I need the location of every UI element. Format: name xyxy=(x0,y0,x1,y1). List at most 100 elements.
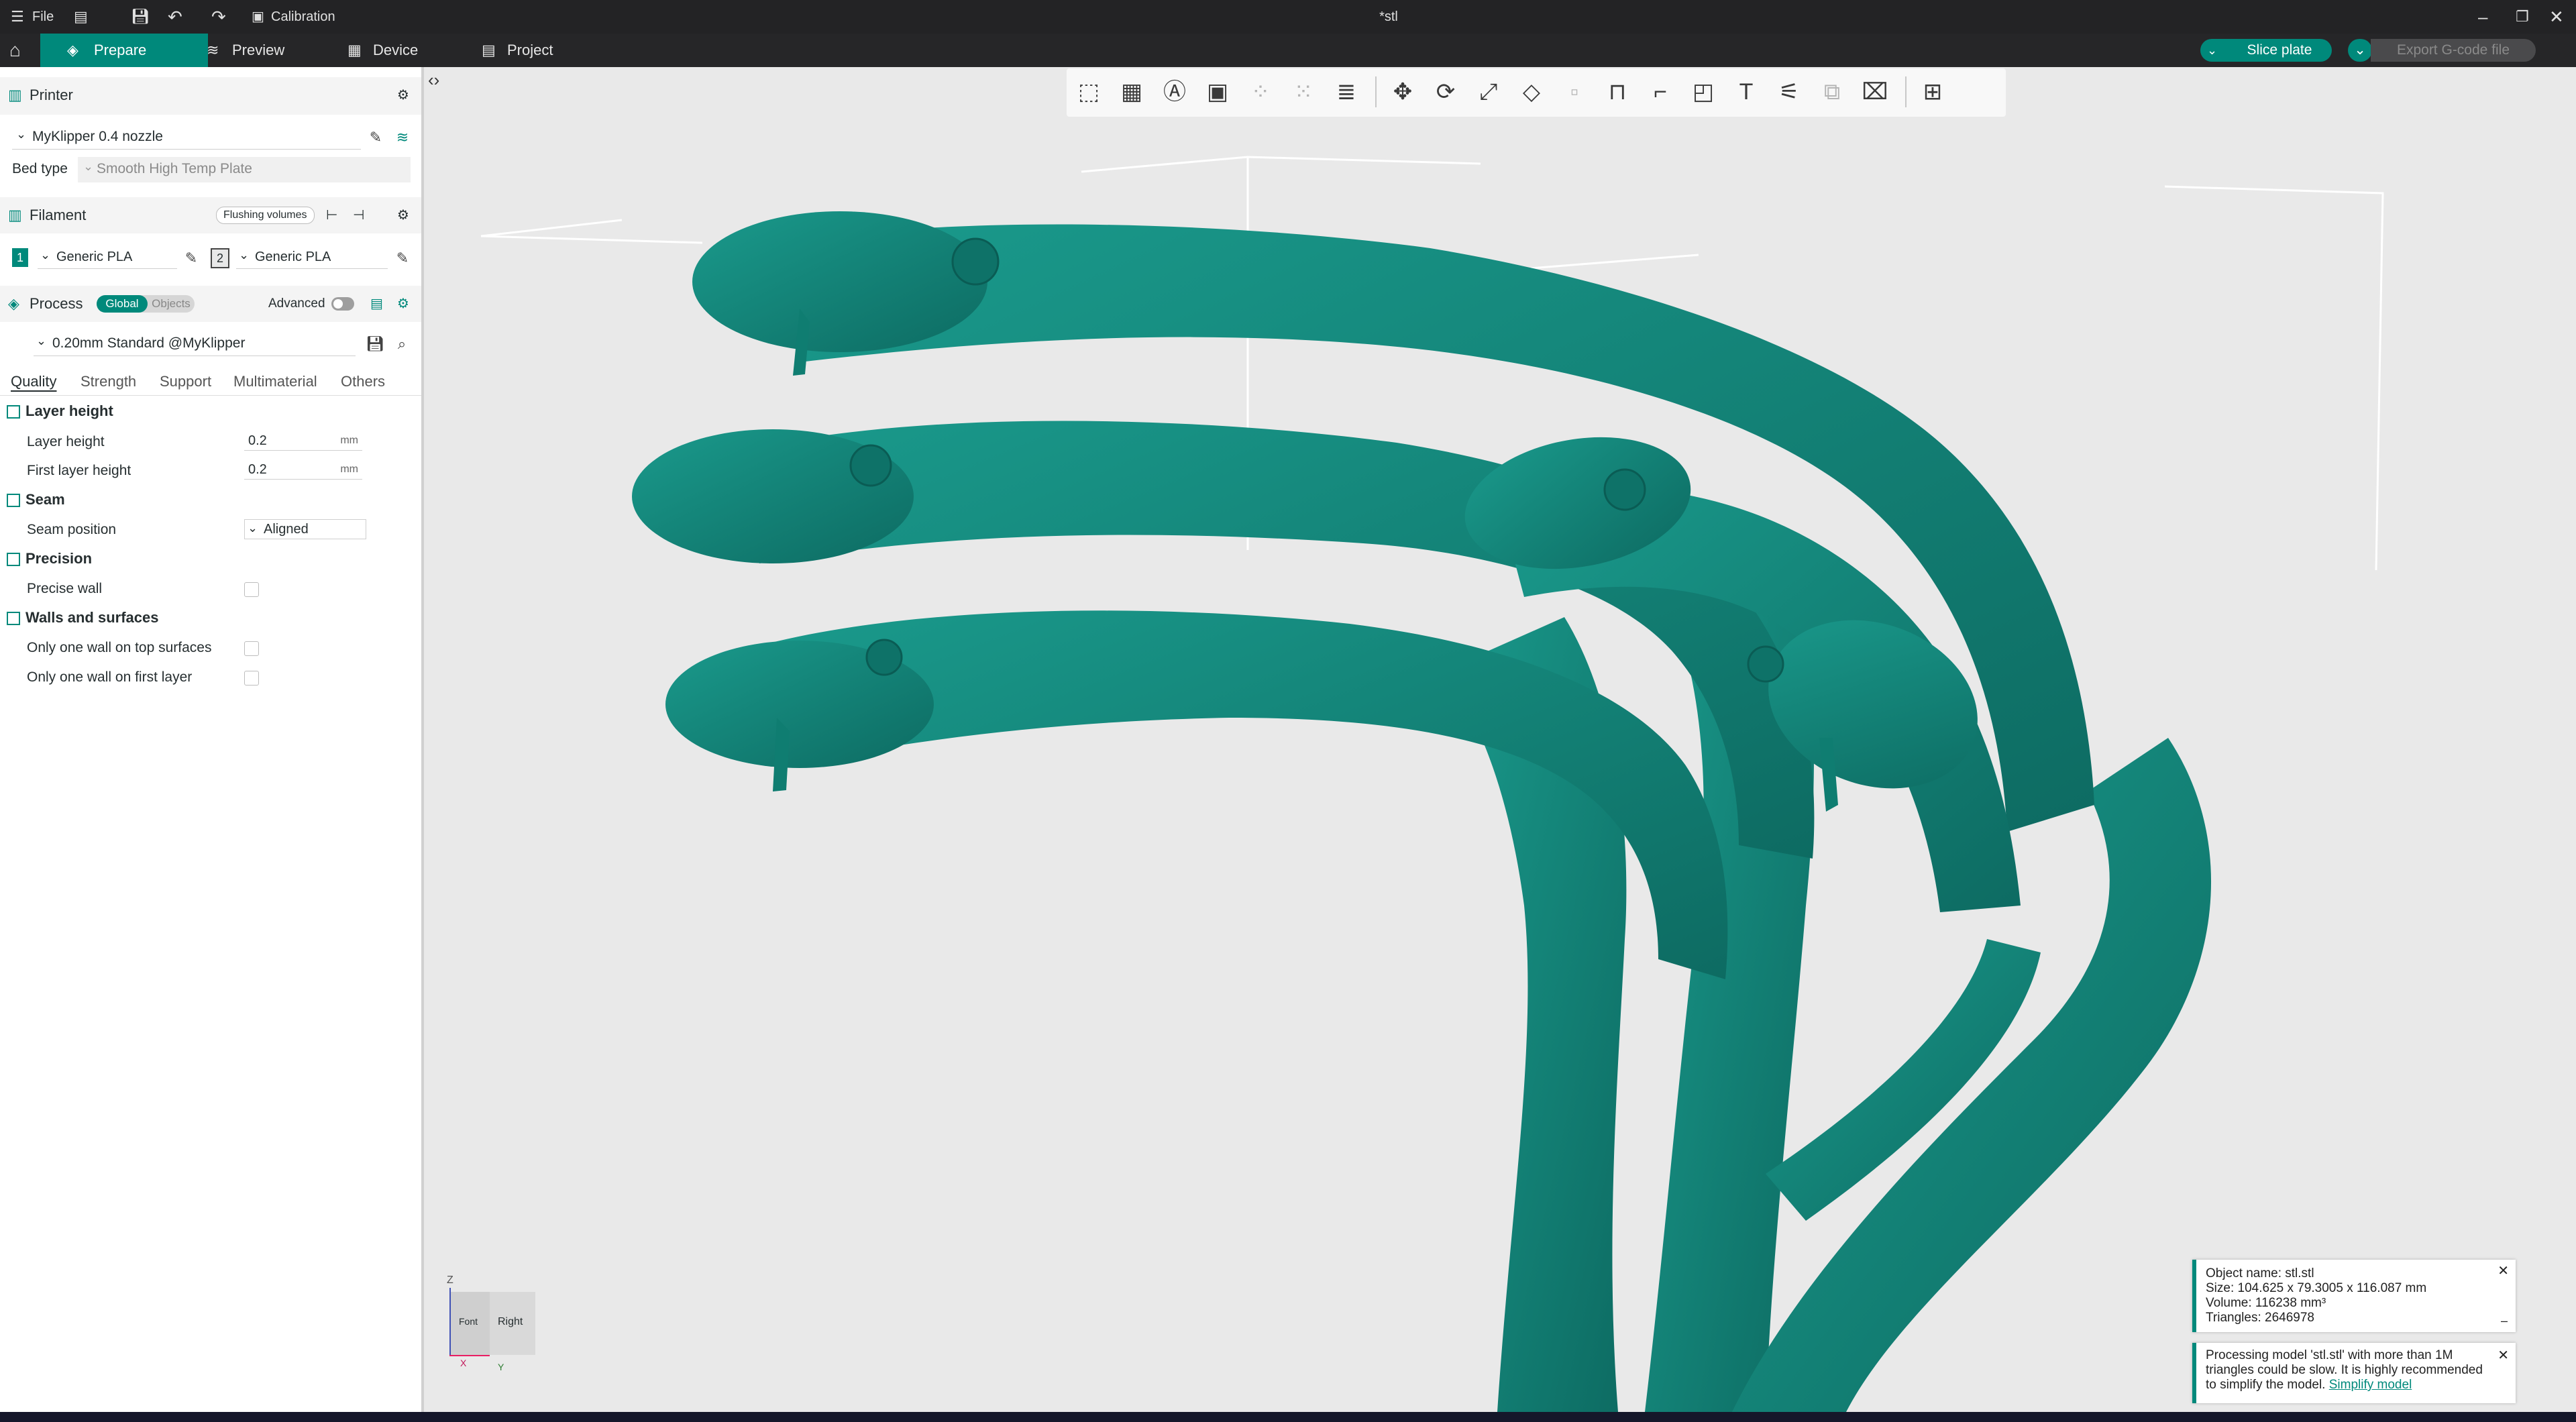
3d-viewport[interactable]: ‹› ⬚ ▦ Ⓐ ▣ ⁘ ⁙ ≣ ✥ ⟳ ⤢ ◇ ▫ ⊓ ⌐ ◰ T ⚟ ⧉ ⌧… xyxy=(424,67,2576,1412)
object-volume-text: Volume: 116238 mm³ xyxy=(2206,1296,2326,1310)
search-icon[interactable]: ⌕ xyxy=(392,334,412,354)
move-icon[interactable]: ✥ xyxy=(1387,76,1418,107)
file-menu[interactable]: File xyxy=(32,0,54,34)
color-paint-icon[interactable]: ◰ xyxy=(1688,76,1719,107)
printer-settings-icon[interactable]: ⚙ xyxy=(397,77,409,113)
layer-height-unit: mm xyxy=(340,435,358,446)
slice-plate-button[interactable]: ⌄ Slice plate xyxy=(2200,39,2332,62)
lay-on-face-icon[interactable]: ◇ xyxy=(1516,76,1547,107)
os-taskbar xyxy=(0,1412,2576,1422)
tab-multimaterial[interactable]: Multimaterial xyxy=(233,373,317,390)
undo-icon[interactable]: ↶ xyxy=(168,0,182,34)
first-layer-height-unit: mm xyxy=(340,463,358,475)
close-icon[interactable]: ✕ xyxy=(2498,1264,2509,1278)
auto-orient-icon[interactable]: Ⓐ xyxy=(1159,76,1190,107)
redo-icon[interactable]: ↷ xyxy=(211,0,226,34)
save-preset-icon[interactable]: 💾︎ xyxy=(365,334,385,354)
view-cube-front[interactable]: Font xyxy=(451,1292,490,1355)
model-render[interactable] xyxy=(424,67,2576,1412)
bed-type-select[interactable]: ⌄ Smooth High Temp Plate xyxy=(78,157,411,182)
split-objects-icon[interactable]: ⁘ xyxy=(1245,76,1276,107)
filament-section-header[interactable]: ▥ Filament Flushing volumes ⊢ ⊣ ⚙ xyxy=(0,197,421,233)
filament-slot-1-badge[interactable]: 1 xyxy=(12,248,28,267)
add-object-icon[interactable]: ⬚ xyxy=(1073,76,1104,107)
precision-group: Precision xyxy=(7,549,92,569)
cut-icon[interactable]: ▫ xyxy=(1559,76,1590,107)
minimize-icon[interactable]: – xyxy=(2478,0,2487,34)
calibration-menu[interactable]: Calibration xyxy=(271,0,335,34)
layer-height-value: 0.2 xyxy=(248,433,267,448)
seam-paint-icon[interactable]: ⌐ xyxy=(1645,76,1676,107)
first-layer-height-input[interactable]: 0.2 mm xyxy=(244,460,362,480)
tab-device[interactable]: ▦ Device xyxy=(315,34,468,67)
export-dropdown-button[interactable]: ⌄ xyxy=(2348,39,2372,62)
seam-position-label: Seam position xyxy=(27,522,117,537)
process-preset-select[interactable]: ⌄ 0.20mm Standard @MyKlipper xyxy=(34,333,356,356)
view-cube-right[interactable]: Right xyxy=(490,1292,535,1355)
notes-icon[interactable]: ▤ xyxy=(74,0,88,34)
menu-icon[interactable]: ☰ xyxy=(11,0,24,34)
tab-support[interactable]: Support xyxy=(160,373,211,390)
filament-settings-icon[interactable]: ⚙ xyxy=(397,197,409,233)
axis-x-label: X xyxy=(460,1358,467,1368)
close-window-icon[interactable]: ✕ xyxy=(2549,0,2564,34)
support-paint-icon[interactable]: ⊓ xyxy=(1602,76,1633,107)
process-compare-icon[interactable]: ▤ xyxy=(370,286,383,322)
simplify-model-link[interactable]: Simplify model xyxy=(2329,1378,2412,1392)
export-gcode-button[interactable]: Export G-code file xyxy=(2371,39,2536,62)
filament-slot-2-select[interactable]: ⌄ Generic PLA xyxy=(236,248,388,269)
tab-project[interactable]: ▤ Project xyxy=(449,34,602,67)
objects-option[interactable]: Objects xyxy=(148,295,195,313)
tab-strength[interactable]: Strength xyxy=(80,373,136,390)
layer-height-input[interactable]: 0.2 mm xyxy=(244,431,362,451)
advanced-toggle[interactable] xyxy=(331,297,354,311)
filament-slot-2-badge[interactable]: 2 xyxy=(211,248,229,268)
edit-filament-2-icon[interactable]: ✎ xyxy=(392,248,413,268)
one-wall-top-checkbox[interactable] xyxy=(244,641,259,656)
edit-filament-1-icon[interactable]: ✎ xyxy=(181,248,201,268)
slice-dropdown-icon[interactable]: ⌄ xyxy=(2207,39,2217,62)
seam-position-select[interactable]: ⌄ Aligned xyxy=(244,519,366,539)
precise-wall-checkbox[interactable] xyxy=(244,582,259,597)
filament-slot-1-select[interactable]: ⌄ Generic PLA xyxy=(38,248,177,269)
boolean-icon[interactable]: ⌧ xyxy=(1860,76,1890,107)
tab-device-label: Device xyxy=(373,42,419,58)
measure-icon[interactable]: ⚟ xyxy=(1774,76,1805,107)
add-filament-icon[interactable]: ⊢ xyxy=(326,197,337,233)
remove-filament-icon[interactable]: ⊣ xyxy=(353,197,364,233)
scale-icon[interactable]: ⤢ xyxy=(1473,76,1504,107)
rotate-icon[interactable]: ⟳ xyxy=(1430,76,1461,107)
precision-group-icon xyxy=(7,553,20,566)
collapse-icon[interactable]: – xyxy=(2501,1313,2508,1328)
process-settings-icon[interactable]: ⚙ xyxy=(397,286,409,322)
restore-icon[interactable]: ❐ xyxy=(2516,0,2529,34)
view-cube-icon[interactable]: ⊞ xyxy=(1917,76,1948,107)
arrange-icon[interactable]: ▣ xyxy=(1202,76,1233,107)
grid-icon[interactable]: ▦ xyxy=(1116,76,1147,107)
precision-group-title: Precision xyxy=(25,550,93,567)
wifi-icon[interactable]: ≋ xyxy=(392,127,413,148)
layers-editing-icon[interactable]: ≣ xyxy=(1331,76,1362,107)
global-objects-toggle[interactable]: Global Objects xyxy=(97,295,195,313)
close-icon[interactable]: ✕ xyxy=(2498,1348,2509,1363)
edit-printer-icon[interactable]: ✎ xyxy=(366,127,386,148)
walls-group-title: Walls and surfaces xyxy=(25,609,159,626)
orientation-gizmo[interactable]: Z X Y Font Right xyxy=(444,1274,545,1382)
object-size-text: Size: 104.625 x 79.3005 x 116.087 mm xyxy=(2206,1281,2427,1295)
process-section-header: ◈ Process Global Objects Advanced ▤ ⚙ xyxy=(0,286,421,322)
one-wall-first-checkbox[interactable] xyxy=(244,671,259,686)
global-option[interactable]: Global xyxy=(97,295,148,313)
save-icon[interactable]: 💾︎ xyxy=(131,0,150,34)
home-icon[interactable]: ⌂ xyxy=(9,34,21,67)
assembly-icon[interactable]: ⧉ xyxy=(1817,76,1847,107)
tab-others[interactable]: Others xyxy=(341,373,385,390)
text-icon[interactable]: T xyxy=(1731,76,1762,107)
hydra-model xyxy=(632,211,2212,1412)
tab-quality[interactable]: Quality xyxy=(11,373,56,390)
flushing-volumes-button[interactable]: Flushing volumes xyxy=(216,207,315,224)
printer-section-header[interactable]: ▥ Printer ⚙ xyxy=(0,77,421,115)
tab-preview[interactable]: ≋ Preview xyxy=(174,34,334,67)
split-parts-icon[interactable]: ⁙ xyxy=(1288,76,1319,107)
process-icon: ◈ xyxy=(8,295,19,312)
printer-preset-select[interactable]: ⌄ MyKlipper 0.4 nozzle xyxy=(12,126,361,150)
